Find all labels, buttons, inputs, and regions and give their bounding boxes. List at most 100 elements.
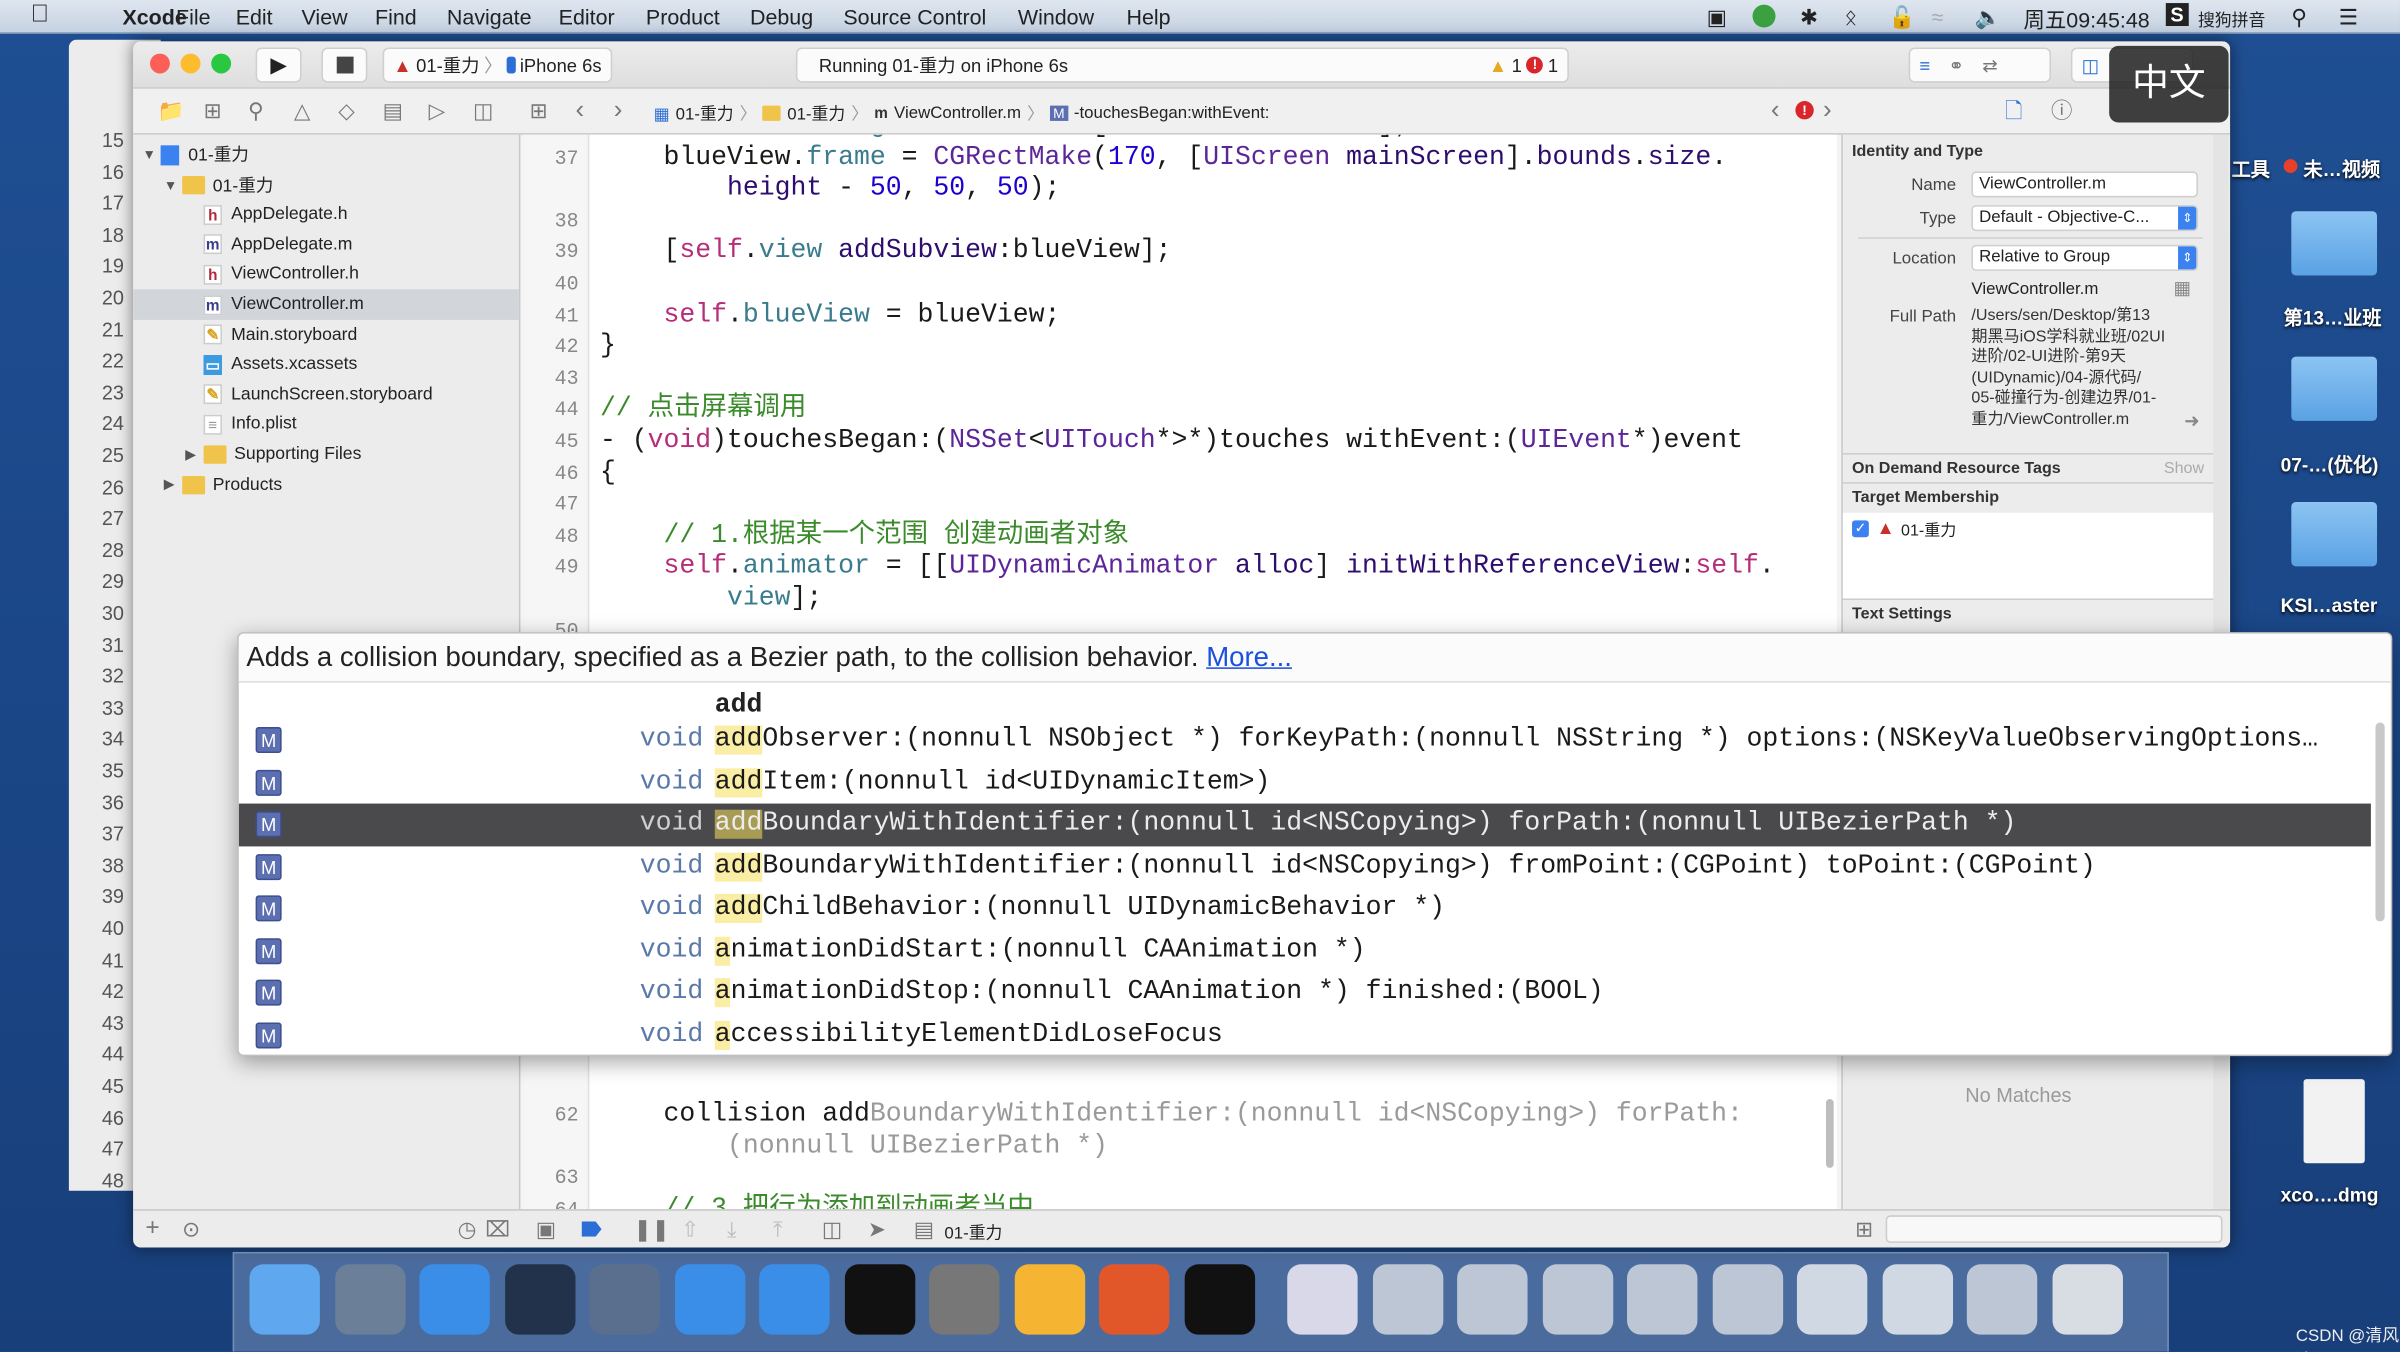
window-thumb-icon[interactable] <box>1457 1264 1528 1335</box>
lock-icon[interactable]: 🔓 <box>1889 5 1916 31</box>
previous-issue-button[interactable]: ‹ <box>1771 96 1780 122</box>
navigator-item[interactable]: m ViewController.m <box>133 289 519 320</box>
forward-button[interactable]: › <box>614 96 623 122</box>
navigator-item[interactable]: h AppDelegate.h <box>133 199 519 230</box>
next-issue-button[interactable]: › <box>1823 96 1832 122</box>
stop-button[interactable] <box>321 47 368 83</box>
step-out-icon[interactable]: ⤒ <box>773 1218 782 1239</box>
more-link[interactable]: More... <box>1206 641 1292 672</box>
view-debugger-icon[interactable]: ◫ <box>822 1218 842 1239</box>
find-navigator-icon[interactable]: ⚲ <box>248 99 264 120</box>
menu-source-control[interactable]: Source Control <box>843 5 986 29</box>
folder-icon[interactable] <box>2291 502 2378 567</box>
file-inspector-icon[interactable]: 🗋 <box>2005 99 2022 120</box>
disclosure-expanded-icon[interactable]: ▼ <box>142 147 160 162</box>
show-button[interactable]: Show <box>2164 455 2204 484</box>
name-field[interactable]: ViewController.m <box>1971 171 2198 198</box>
menu-help[interactable]: Help <box>1127 5 1171 29</box>
completion-item[interactable]: Mvoid animationDidStart:(nonnull CAAnimat… <box>239 930 2371 972</box>
error-icon[interactable]: ! <box>1795 101 1814 120</box>
apple-menu-icon[interactable]:  <box>31 2 49 30</box>
breakpoints-toggle-icon[interactable] <box>581 1221 602 1237</box>
spotlight-icon[interactable]: ⚲ <box>2291 5 2307 31</box>
volume-icon[interactable]: 🔈 <box>1974 5 2001 31</box>
sketch-icon[interactable] <box>1014 1264 1085 1335</box>
desktop-item-label[interactable]: 工具 <box>2232 153 2270 182</box>
window-thumb-icon[interactable] <box>1542 1264 1613 1335</box>
screen-record-icon[interactable]: ▣ <box>1707 5 1727 31</box>
clock[interactable]: 周五09:45:48 <box>2023 5 2149 36</box>
menu-window[interactable]: Window <box>1018 5 1094 29</box>
menu-edit[interactable]: Edit <box>236 5 273 29</box>
trash-icon[interactable] <box>2051 1264 2123 1335</box>
disclosure-collapsed-icon[interactable]: ▶ <box>185 446 203 463</box>
completion-item[interactable]: Mvoid addItem:(nonnull id<UIDynamicItem>) <box>239 761 2371 803</box>
app-status-icon[interactable] <box>1752 4 1776 28</box>
breakpoint-navigator-icon[interactable]: ▷ <box>429 99 446 120</box>
library-grid-icon[interactable]: ⊞ <box>1855 1218 1873 1239</box>
input-method[interactable]: 搜狗拼音 <box>2198 8 2265 32</box>
console-icon[interactable] <box>1183 1264 1255 1335</box>
completion-scrollbar[interactable] <box>2375 722 2385 922</box>
completion-item[interactable]: Mvoid addChildBehavior:(nonnull UIDynamic… <box>239 888 2371 930</box>
issue-navigator-icon[interactable]: △ <box>294 99 311 120</box>
disclosure-expanded-icon[interactable]: ▼ <box>164 177 182 192</box>
folder-icon[interactable] <box>2291 211 2378 276</box>
keynote-p-icon[interactable] <box>1098 1264 1170 1335</box>
hide-debug-area-icon[interactable]: ▣ <box>536 1218 556 1239</box>
desktop-item-label[interactable]: 未…视频 <box>2304 153 2381 182</box>
desktop-item-label[interactable]: 07-…(优化) <box>2281 448 2379 477</box>
quick-help-icon[interactable]: ⓘ <box>2051 99 2072 120</box>
finder-icon[interactable] <box>249 1264 320 1335</box>
navigator-toggle-icon[interactable]: ◫ <box>2082 54 2099 75</box>
window-thumb-icon[interactable] <box>1627 1264 1698 1335</box>
scheme-selector[interactable]: ▲ 01-重力〉 iPhone 6s <box>382 47 613 83</box>
warning-icon[interactable]: ▲ <box>1489 54 1507 75</box>
assistant-editor-icon[interactable]: ⚭ <box>1948 54 1963 75</box>
recent-files-icon[interactable]: ◷ <box>458 1218 477 1239</box>
filter-icon[interactable]: ⊙ <box>182 1218 200 1239</box>
xcode-icon[interactable] <box>674 1264 745 1335</box>
navigator-item[interactable]: m AppDelegate.m <box>133 229 519 260</box>
menu-navigate[interactable]: Navigate <box>447 5 532 29</box>
simulate-location-icon[interactable]: ➤ <box>868 1218 886 1239</box>
version-editor-icon[interactable]: ⇄ <box>1982 54 1997 75</box>
symbol-navigator-icon[interactable]: ⊞ <box>204 99 222 120</box>
navigator-item[interactable]: ▶ Products <box>133 469 519 500</box>
menu-product[interactable]: Product <box>646 5 720 29</box>
navigator-item[interactable]: ≡ Info.plist <box>133 409 519 440</box>
related-items-icon[interactable]: ⊞ <box>530 99 548 120</box>
minimize-button[interactable] <box>180 53 201 74</box>
launchpad-icon[interactable] <box>334 1264 405 1335</box>
navigator-item[interactable]: ✎ Main.storyboard <box>133 319 519 350</box>
menu-find[interactable]: Find <box>375 5 417 29</box>
fan-icon[interactable]: ✱ <box>1800 5 1818 31</box>
navigator-item[interactable]: ▼ 01-重力 <box>133 139 519 170</box>
folder-icon[interactable] <box>2291 356 2378 421</box>
report-navigator-icon[interactable]: ◫ <box>473 99 493 120</box>
photo-app-icon[interactable] <box>589 1264 660 1335</box>
window-thumb-icon[interactable] <box>1966 1264 2038 1335</box>
sogou-icon[interactable]: S <box>2165 3 2189 27</box>
completion-item[interactable]: Mvoid addBoundaryWithIdentifier:(nonnull … <box>239 846 2371 888</box>
bluetooth-icon[interactable]: ᛟ <box>1844 5 1857 29</box>
menu-editor[interactable]: Editor <box>559 5 615 29</box>
safari-icon[interactable] <box>419 1264 490 1335</box>
navigator-item[interactable]: h ViewController.h <box>133 259 519 290</box>
step-into-icon[interactable]: ⤓ <box>727 1218 736 1239</box>
disclosure-collapsed-icon[interactable]: ▶ <box>164 476 182 493</box>
completion-item[interactable]: Mvoid addBoundaryWithIdentifier:(nonnull … <box>238 803 2371 846</box>
dmg-file-icon[interactable] <box>2303 1079 2365 1164</box>
reveal-in-finder-icon[interactable]: ➜ <box>2184 410 2199 431</box>
desktop-item-label[interactable]: xco….dmg <box>2281 1185 2379 1206</box>
mouse-app-icon[interactable] <box>504 1264 575 1335</box>
standard-editor-icon[interactable]: ≡ <box>1919 54 1930 75</box>
back-button[interactable]: ‹ <box>576 96 585 122</box>
run-button[interactable]: ▶ <box>255 47 302 83</box>
add-file-button[interactable]: + <box>145 1216 159 1241</box>
breadcrumb-group[interactable]: 01-重力 <box>787 101 845 125</box>
scm-filter-icon[interactable]: ⌧ <box>485 1218 510 1239</box>
preview-icon[interactable] <box>1881 1264 1953 1335</box>
simulator-icon[interactable] <box>759 1264 830 1335</box>
navigator-item[interactable]: ▼ 01-重力 <box>133 169 519 200</box>
